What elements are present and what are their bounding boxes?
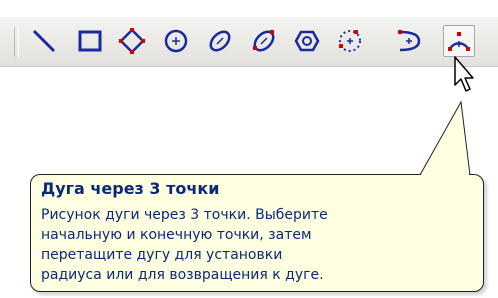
line-icon <box>32 29 56 53</box>
toolbar-grip[interactable] <box>14 27 19 57</box>
arc-tool-button[interactable] <box>393 25 425 57</box>
ellipse-tool-button[interactable] <box>204 25 236 57</box>
circle-three-point-icon <box>339 30 361 52</box>
circle-center-icon <box>164 29 188 53</box>
ellipse-rotated-icon <box>253 30 275 52</box>
polygon-tool-button[interactable] <box>116 25 148 57</box>
circle-hexagon-tool-button[interactable] <box>291 25 323 57</box>
tooltip-title: Дуга через 3 точки <box>41 179 220 198</box>
tooltip: Дуга через 3 точки Рисунок дуги через 3 … <box>30 174 484 292</box>
circle-center-tool-button[interactable] <box>160 25 192 57</box>
line-tool-button[interactable] <box>28 25 60 57</box>
circle-hexagon-icon <box>294 30 320 52</box>
arc-three-point-tool-button[interactable] <box>443 25 475 57</box>
ellipse-icon <box>209 30 231 52</box>
polygon-icon <box>119 28 145 54</box>
mouse-cursor-icon <box>454 56 474 92</box>
drawing-toolbar <box>0 17 498 67</box>
arc-icon <box>398 30 421 52</box>
rectangle-icon <box>78 30 102 52</box>
rectangle-tool-button[interactable] <box>74 25 106 57</box>
circle-three-point-tool-button[interactable] <box>334 25 366 57</box>
tooltip-body: Рисунок дуги через 3 точки. Выберите нач… <box>41 207 328 283</box>
arc-three-point-icon <box>448 32 470 51</box>
ellipse-rotated-tool-button[interactable] <box>248 25 280 57</box>
